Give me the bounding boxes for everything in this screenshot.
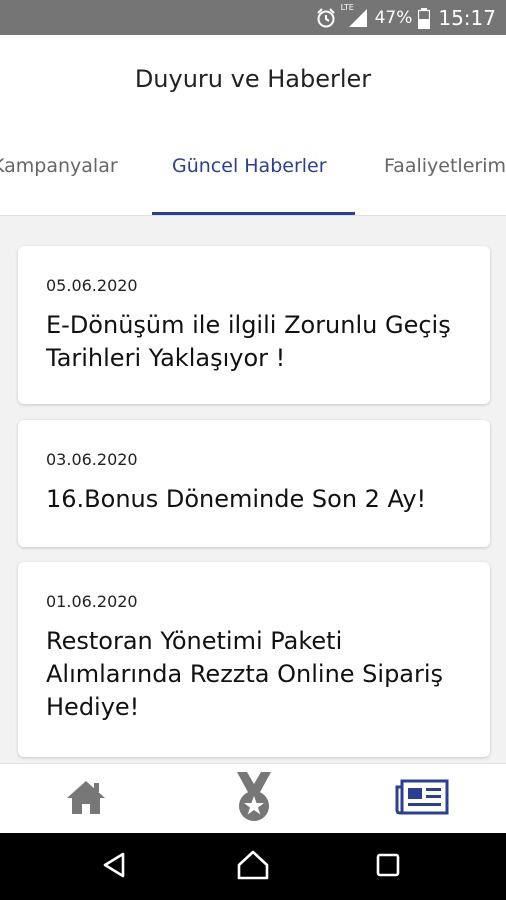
status-time: 15:17 <box>438 5 496 30</box>
status-bar: LTE 47% 15:17 <box>0 0 506 35</box>
news-date: 03.06.2020 <box>46 450 138 469</box>
battery-percent: 47% <box>374 7 413 28</box>
tab-guncel-haberler[interactable]: Güncel Haberler <box>172 155 327 177</box>
news-title: E-Dönüşüm ile ilgili Zorunlu Geçiş Tarih… <box>46 311 451 372</box>
system-home-button[interactable] <box>213 833 293 900</box>
battery-icon <box>418 7 431 29</box>
medal-icon <box>231 770 277 828</box>
signal-icon: LTE <box>341 3 369 29</box>
tab-kampanyalar[interactable]: Kampanyalar <box>0 155 118 177</box>
system-navigation-bar <box>0 833 506 900</box>
system-recents-button[interactable] <box>348 833 428 900</box>
tab-faaliyetlerimiz[interactable]: Faaliyetlerimiz <box>384 155 506 177</box>
news-date: 01.06.2020 <box>46 592 138 611</box>
news-card[interactable]: 05.06.2020 E-Dönüşüm ile ilgili Zorunlu … <box>18 246 490 404</box>
system-back-button[interactable] <box>74 833 154 900</box>
home-circle-icon <box>236 849 270 885</box>
bottom-navigation <box>0 763 506 833</box>
nav-home-button[interactable] <box>36 764 136 834</box>
news-card[interactable]: 03.06.2020 16.Bonus Döneminde Son 2 Ay! <box>18 420 490 547</box>
news-card[interactable]: 01.06.2020 Restoran Yönetimi Paketi Alım… <box>18 562 490 757</box>
page-title: Duyuru ve Haberler <box>134 65 372 93</box>
news-title: 16.Bonus Döneminde Son 2 Ay! <box>46 485 427 513</box>
tab-bar: Kampanyalar Güncel Haberler Faaliyetleri… <box>0 123 506 216</box>
recents-icon <box>374 851 402 883</box>
home-icon <box>64 778 108 820</box>
news-date: 05.06.2020 <box>46 276 138 295</box>
active-tab-indicator <box>152 212 355 215</box>
nav-rewards-button[interactable] <box>204 764 304 834</box>
news-title: Restoran Yönetimi Paketi Alımlarında Rez… <box>46 627 444 721</box>
alarm-icon <box>315 7 337 29</box>
back-icon <box>100 850 128 884</box>
app-header: Duyuru ve Haberler <box>0 35 506 123</box>
network-label: LTE <box>340 2 354 12</box>
newspaper-icon <box>395 779 449 819</box>
news-list[interactable]: 05.06.2020 E-Dönüşüm ile ilgili Zorunlu … <box>0 217 506 763</box>
nav-news-button[interactable] <box>372 764 472 834</box>
